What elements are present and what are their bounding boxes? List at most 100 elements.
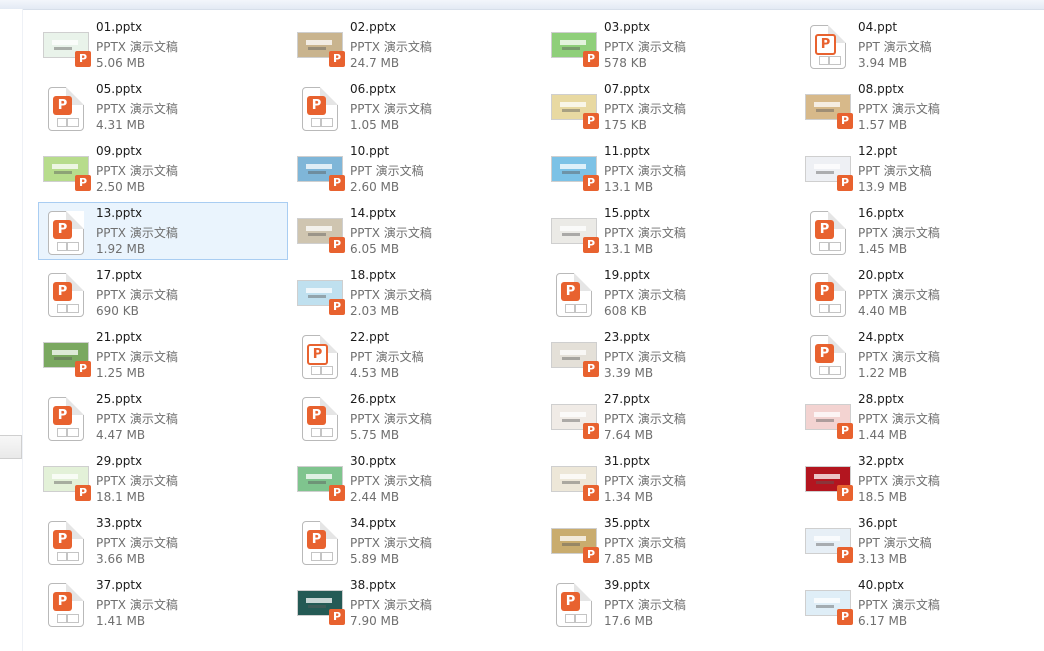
file-name: 22.ppt: [350, 330, 390, 344]
file-size: 1.34 MB: [604, 490, 654, 504]
file-item[interactable]: P 23.pptx PPTX 演示文稿 3.39 MB: [546, 326, 796, 384]
file-item[interactable]: P 33.pptx PPTX 演示文稿 3.66 MB: [38, 512, 288, 570]
slide-thumbnail: P: [297, 147, 345, 193]
slide-thumbnail: P: [805, 395, 853, 441]
slide-miniature-icon: [57, 428, 67, 437]
file-size: 6.05 MB: [350, 242, 400, 256]
file-type: PPT 演示文稿: [858, 536, 932, 550]
file-item[interactable]: P 39.pptx PPTX 演示文稿 17.6 MB: [546, 574, 796, 632]
file-item[interactable]: P 27.pptx PPTX 演示文稿 7.64 MB: [546, 388, 796, 446]
file-item[interactable]: P 06.pptx PPTX 演示文稿 1.05 MB: [292, 78, 542, 136]
file-item[interactable]: P 40.pptx PPTX 演示文稿 6.17 MB: [800, 574, 1044, 632]
slide-miniature-icon: [67, 304, 79, 313]
slide-title-bar: [814, 412, 840, 417]
slide-thumbnail: P: [805, 457, 853, 503]
file-type: PPT 演示文稿: [350, 350, 424, 364]
file-item[interactable]: P 09.pptx PPTX 演示文稿 2.50 MB: [38, 140, 288, 198]
file-item[interactable]: P 18.pptx PPTX 演示文稿 2.03 MB: [292, 264, 542, 322]
slide-miniature-icon: [57, 242, 67, 251]
file-name: 23.pptx: [604, 330, 651, 344]
slide-title-bar: [560, 350, 586, 355]
file-size: 18.5 MB: [858, 490, 908, 504]
file-item[interactable]: P 28.pptx PPTX 演示文稿 1.44 MB: [800, 388, 1044, 446]
slide-text-bar: [54, 171, 72, 174]
document-page-icon: P: [556, 273, 592, 317]
file-item[interactable]: P 15.pptx PPTX 演示文稿 13.1 MB: [546, 202, 796, 260]
pptx-file-icon: P: [297, 519, 343, 565]
file-type: PPTX 演示文稿: [96, 164, 178, 178]
file-item[interactable]: P 11.pptx PPTX 演示文稿 13.1 MB: [546, 140, 796, 198]
pptx-file-icon: P: [43, 519, 89, 565]
file-item[interactable]: P 17.pptx PPTX 演示文稿 690 KB: [38, 264, 288, 322]
file-size: 7.64 MB: [604, 428, 654, 442]
slide-text-bar: [308, 233, 326, 236]
slide-miniature-icon: [311, 118, 321, 127]
file-item[interactable]: P 05.pptx PPTX 演示文稿 4.31 MB: [38, 78, 288, 136]
file-type: PPTX 演示文稿: [96, 536, 178, 550]
file-item[interactable]: P 31.pptx PPTX 演示文稿 1.34 MB: [546, 450, 796, 508]
file-item[interactable]: P 12.ppt PPT 演示文稿 13.9 MB: [800, 140, 1044, 198]
ppt-file-icon: P: [805, 23, 851, 69]
slide-miniature-icon: [829, 366, 841, 375]
file-item[interactable]: P 07.pptx PPTX 演示文稿 175 KB: [546, 78, 796, 136]
slide-thumbnail: P: [551, 457, 599, 503]
file-item[interactable]: P 32.pptx PPTX 演示文稿 18.5 MB: [800, 450, 1044, 508]
file-item[interactable]: P 16.pptx PPTX 演示文稿 1.45 MB: [800, 202, 1044, 260]
file-item[interactable]: P 35.pptx PPTX 演示文稿 7.85 MB: [546, 512, 796, 570]
p-letter-icon: P: [307, 96, 326, 115]
file-name: 31.pptx: [604, 454, 651, 468]
slide-text-bar: [308, 481, 326, 484]
file-item[interactable]: P 03.pptx PPTX 演示文稿 578 KB: [546, 16, 796, 74]
slide-thumbnail: P: [551, 333, 599, 379]
slide-miniature-icon: [819, 56, 829, 65]
pptx-file-icon: P: [43, 395, 89, 441]
file-size: 6.17 MB: [858, 614, 908, 628]
slide-miniature-icon: [67, 614, 79, 623]
slide-thumbnail: P: [551, 23, 599, 69]
file-item[interactable]: P 01.pptx PPTX 演示文稿 5.06 MB: [38, 16, 288, 74]
p-letter-icon: P: [815, 220, 834, 239]
file-item[interactable]: P 19.pptx PPTX 演示文稿 608 KB: [546, 264, 796, 322]
file-type: PPTX 演示文稿: [604, 102, 686, 116]
file-item[interactable]: P 21.pptx PPTX 演示文稿 1.25 MB: [38, 326, 288, 384]
slide-thumbnail: P: [297, 581, 345, 627]
file-item[interactable]: P 22.ppt PPT 演示文稿 4.53 MB: [292, 326, 542, 384]
slide-thumbnail: P: [805, 519, 853, 565]
file-item[interactable]: P 36.ppt PPT 演示文稿 3.13 MB: [800, 512, 1044, 570]
file-type: PPTX 演示文稿: [350, 598, 432, 612]
file-type: PPTX 演示文稿: [604, 598, 686, 612]
p-letter-icon: P: [53, 282, 72, 301]
file-item[interactable]: P 02.pptx PPTX 演示文稿 24.7 MB: [292, 16, 542, 74]
file-item[interactable]: P 37.pptx PPTX 演示文稿 1.41 MB: [38, 574, 288, 632]
file-item[interactable]: P 14.pptx PPTX 演示文稿 6.05 MB: [292, 202, 542, 260]
file-item[interactable]: P 30.pptx PPTX 演示文稿 2.44 MB: [292, 450, 542, 508]
slide-thumbnail: P: [43, 333, 91, 379]
file-item[interactable]: P 10.ppt PPT 演示文稿 2.60 MB: [292, 140, 542, 198]
file-item[interactable]: P 08.pptx PPTX 演示文稿 1.57 MB: [800, 78, 1044, 136]
slide-text-bar: [816, 481, 834, 484]
pane-resize-handle[interactable]: [0, 435, 22, 459]
file-name: 02.pptx: [350, 20, 397, 34]
slide-title-bar: [814, 536, 840, 541]
file-item[interactable]: P 04.ppt PPT 演示文稿 3.94 MB: [800, 16, 1044, 74]
slide-text-bar: [308, 295, 326, 298]
powerpoint-badge-icon: P: [329, 299, 345, 315]
file-name: 14.pptx: [350, 206, 397, 220]
file-type: PPTX 演示文稿: [350, 412, 432, 426]
file-item[interactable]: P 13.pptx PPTX 演示文稿 1.92 MB: [38, 202, 288, 260]
file-item[interactable]: P 38.pptx PPTX 演示文稿 7.90 MB: [292, 574, 542, 632]
file-item[interactable]: P 25.pptx PPTX 演示文稿 4.47 MB: [38, 388, 288, 446]
file-item[interactable]: P 26.pptx PPTX 演示文稿 5.75 MB: [292, 388, 542, 446]
file-item[interactable]: P 34.pptx PPTX 演示文稿 5.89 MB: [292, 512, 542, 570]
file-item[interactable]: P 24.pptx PPTX 演示文稿 1.22 MB: [800, 326, 1044, 384]
slide-miniature-icon: [57, 552, 67, 561]
p-letter-icon: P: [53, 406, 72, 425]
file-item[interactable]: P 29.pptx PPTX 演示文稿 18.1 MB: [38, 450, 288, 508]
file-name: 01.pptx: [96, 20, 143, 34]
p-letter-icon: P: [561, 592, 580, 611]
file-type: PPTX 演示文稿: [96, 598, 178, 612]
file-item[interactable]: P 20.pptx PPTX 演示文稿 4.40 MB: [800, 264, 1044, 322]
slide-title-bar: [306, 288, 332, 293]
slide-thumbnail: P: [43, 147, 91, 193]
file-name: 13.pptx: [96, 206, 143, 220]
